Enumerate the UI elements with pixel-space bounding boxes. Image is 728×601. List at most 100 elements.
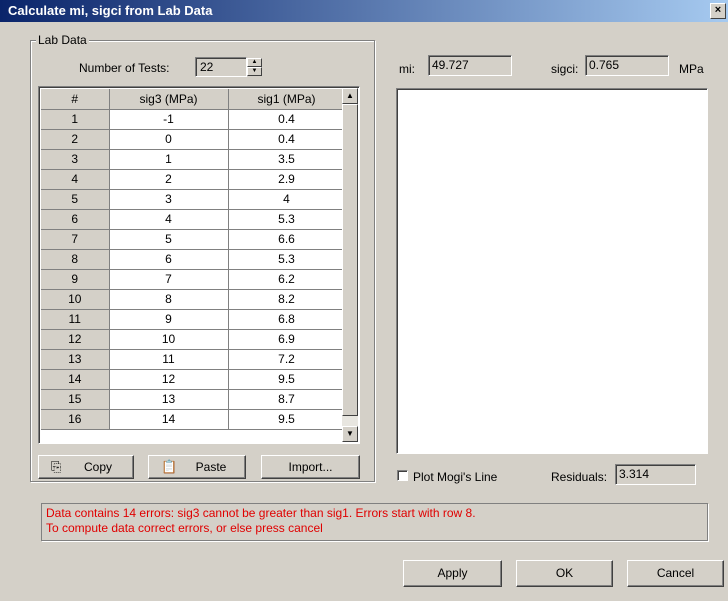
sig1-cell[interactable]: 4 <box>228 189 346 210</box>
table-row: 14 12 9.5 <box>41 369 346 390</box>
sig3-cell[interactable]: 13 <box>109 389 229 410</box>
grid-header-row: # sig3 (MPa) sig1 (MPa) <box>41 89 346 110</box>
sig3-cell[interactable]: 5 <box>109 229 229 250</box>
row-number-cell[interactable]: 15 <box>41 389 110 410</box>
table-row: 10 8 8.2 <box>41 289 346 310</box>
sigci-value-field: 0.765 <box>585 55 669 76</box>
paste-button[interactable]: 📋 Paste <box>148 455 246 479</box>
sig3-cell[interactable]: 1 <box>109 149 229 170</box>
col-header-sig1[interactable]: sig1 (MPa) <box>228 89 346 110</box>
sig1-cell[interactable]: 6.8 <box>228 309 346 330</box>
num-tests-input[interactable]: 22 <box>195 57 247 77</box>
close-button[interactable]: × <box>710 3 726 19</box>
row-number-cell[interactable]: 12 <box>41 329 110 350</box>
table-row: 8 6 5.3 <box>41 249 346 270</box>
spin-up-icon[interactable]: ▲ <box>247 58 262 67</box>
table-row: 3 1 3.5 <box>41 149 346 170</box>
row-number-cell[interactable]: 5 <box>41 189 110 210</box>
error-message-line-1: Data contains 14 errors: sig3 cannot be … <box>46 506 476 520</box>
table-row: 7 5 6.6 <box>41 229 346 250</box>
error-message-line-2: To compute data correct errors, or else … <box>46 521 323 535</box>
sig1-cell[interactable]: 5.3 <box>228 209 346 230</box>
residuals-label: Residuals: <box>551 470 608 484</box>
col-header-index[interactable]: # <box>41 89 110 110</box>
sig1-cell[interactable]: 9.5 <box>228 369 346 390</box>
residuals-value-field: 3.314 <box>615 464 696 485</box>
lab-data-legend: Lab Data <box>36 33 89 47</box>
row-number-cell[interactable]: 2 <box>41 129 110 150</box>
cancel-button[interactable]: Cancel <box>627 560 724 587</box>
sig1-cell[interactable]: 0.4 <box>228 109 346 130</box>
table-row: 6 4 5.3 <box>41 209 346 230</box>
sig1-cell[interactable]: 2.9 <box>228 169 346 190</box>
sig1-cell[interactable]: 5.3 <box>228 249 346 270</box>
sigci-unit: MPa <box>679 62 704 76</box>
sig1-cell[interactable]: 6.9 <box>228 329 346 350</box>
scroll-thumb[interactable] <box>342 104 358 416</box>
row-number-cell[interactable]: 4 <box>41 169 110 190</box>
sig3-cell[interactable]: 12 <box>109 369 229 390</box>
copy-icon: ⎘ <box>51 459 62 474</box>
row-number-cell[interactable]: 3 <box>41 149 110 170</box>
sig1-cell[interactable]: 8.2 <box>228 289 346 310</box>
table-row: 1 -1 0.4 <box>41 109 346 130</box>
sig3-cell[interactable]: 7 <box>109 269 229 290</box>
sig3-cell[interactable]: 4 <box>109 209 229 230</box>
sig3-cell[interactable]: 6 <box>109 249 229 270</box>
spin-down-icon[interactable]: ▼ <box>247 67 262 76</box>
error-message-box: Data contains 14 errors: sig3 cannot be … <box>41 503 708 541</box>
sig3-cell[interactable]: 2 <box>109 169 229 190</box>
mi-value-field: 49.727 <box>428 55 512 76</box>
sig3-cell[interactable]: 9 <box>109 309 229 330</box>
row-number-cell[interactable]: 11 <box>41 309 110 330</box>
table-row: 11 9 6.8 <box>41 309 346 330</box>
sig3-cell[interactable]: 3 <box>109 189 229 210</box>
table-row: 534 <box>41 189 346 210</box>
table-row: 16 14 9.5 <box>41 409 346 430</box>
ok-button[interactable]: OK <box>516 560 613 587</box>
grid-vertical-scrollbar[interactable]: ▲ ▼ <box>342 88 358 442</box>
sig3-cell[interactable]: 10 <box>109 329 229 350</box>
import-button[interactable]: Import... <box>261 455 360 479</box>
sig1-cell[interactable]: 6.6 <box>228 229 346 250</box>
lab-data-grid[interactable]: # sig3 (MPa) sig1 (MPa) 1 -1 0.4 2 0 0.4 3 1 3.5… <box>38 86 360 444</box>
sig1-cell[interactable]: 3.5 <box>228 149 346 170</box>
row-number-cell[interactable]: 7 <box>41 229 110 250</box>
sig3-cell[interactable]: -1 <box>109 109 229 130</box>
row-number-cell[interactable]: 8 <box>41 249 110 270</box>
row-number-cell[interactable]: 16 <box>41 409 110 430</box>
scroll-up-icon[interactable]: ▲ <box>342 88 358 104</box>
sig3-cell[interactable]: 8 <box>109 289 229 310</box>
plot-mogi-label[interactable]: Plot Mogi's Line <box>413 470 497 484</box>
plot-mogi-checkbox[interactable] <box>397 470 408 481</box>
sig1-cell[interactable]: 0.4 <box>228 129 346 150</box>
num-tests-spinner[interactable]: 22 ▲ ▼ <box>195 57 265 77</box>
row-number-cell[interactable]: 14 <box>41 369 110 390</box>
col-header-sig3[interactable]: sig3 (MPa) <box>109 89 229 110</box>
table-row: 13 11 7.2 <box>41 349 346 370</box>
plot-area <box>396 88 708 454</box>
num-tests-label: Number of Tests: <box>79 61 170 75</box>
scroll-down-icon[interactable]: ▼ <box>342 426 358 442</box>
row-number-cell[interactable]: 9 <box>41 269 110 290</box>
sig1-cell[interactable]: 7.2 <box>228 349 346 370</box>
sig3-cell[interactable]: 14 <box>109 409 229 430</box>
table-row: 9 7 6.2 <box>41 269 346 290</box>
row-number-cell[interactable]: 13 <box>41 349 110 370</box>
sig3-cell[interactable]: 11 <box>109 349 229 370</box>
sigci-label: sigci: <box>551 62 579 76</box>
title-bar: Calculate mi, sigci from Lab Data × <box>0 0 728 22</box>
sig1-cell[interactable]: 9.5 <box>228 409 346 430</box>
sig1-cell[interactable]: 6.2 <box>228 269 346 290</box>
table-row: 2 0 0.4 <box>41 129 346 150</box>
sig3-cell[interactable]: 0 <box>109 129 229 150</box>
copy-button[interactable]: ⎘ Copy <box>38 455 134 479</box>
sig1-cell[interactable]: 8.7 <box>228 389 346 410</box>
paste-icon: 📋 <box>161 459 178 474</box>
table-row: 12 10 6.9 <box>41 329 346 350</box>
row-number-cell[interactable]: 1 <box>41 109 110 130</box>
window-title: Calculate mi, sigci from Lab Data <box>8 3 213 18</box>
row-number-cell[interactable]: 10 <box>41 289 110 310</box>
row-number-cell[interactable]: 6 <box>41 209 110 230</box>
apply-button[interactable]: Apply <box>403 560 502 587</box>
